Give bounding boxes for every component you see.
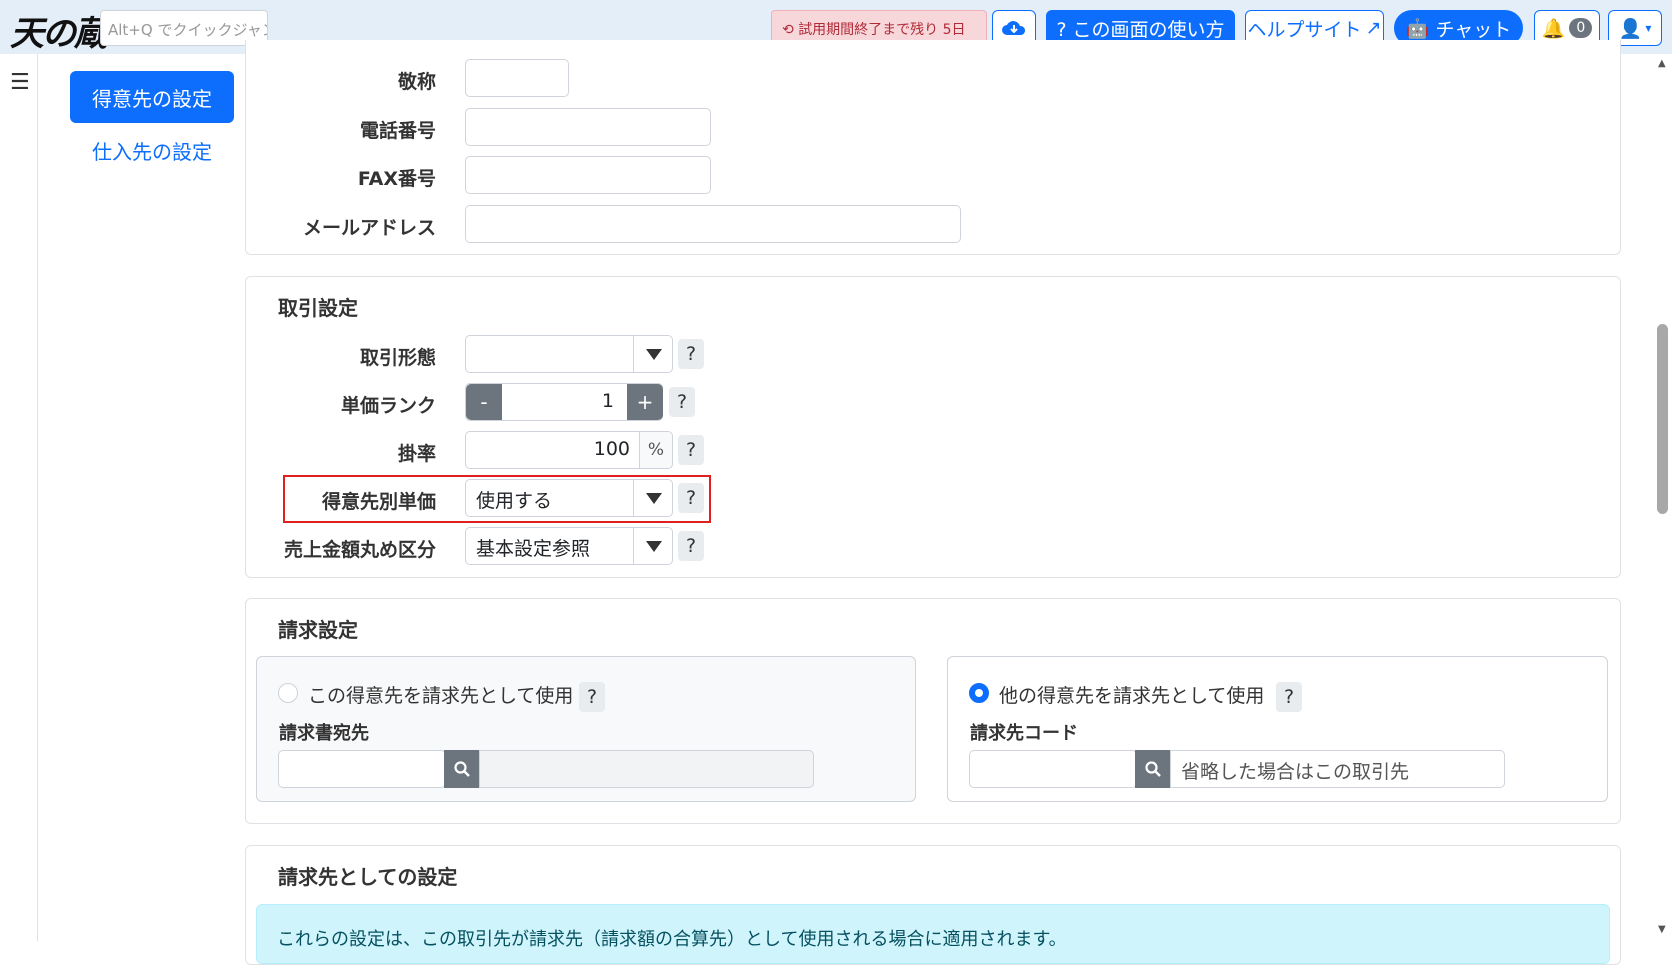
trade-type-label: 取引形態 bbox=[359, 347, 436, 369]
contact-card: 敬称 電話番号 FAX番号 メールアドレス bbox=[245, 40, 1621, 255]
decrement-button[interactable]: - bbox=[466, 384, 502, 420]
help-question-icon[interactable]: ? bbox=[678, 531, 704, 561]
chevron-down-icon: ▾ bbox=[1645, 21, 1652, 35]
invoice-to-code-input[interactable] bbox=[278, 750, 446, 788]
rate-label: 掛率 bbox=[397, 443, 436, 465]
search-icon bbox=[1145, 761, 1161, 777]
search-button[interactable] bbox=[444, 750, 480, 788]
billing-settings-card: 請求設定 この得意先を請求先として使用 ? 請求書宛先 他の得意先を請求先として… bbox=[245, 598, 1621, 824]
chevron-down-icon[interactable] bbox=[633, 527, 673, 565]
search-button[interactable] bbox=[1135, 750, 1171, 788]
radio-self-billing[interactable] bbox=[278, 683, 298, 703]
billing-as-title: 請求先としての設定 bbox=[278, 865, 458, 889]
hamburger-menu-icon[interactable]: ☰ bbox=[10, 70, 30, 95]
billing-as-notice: これらの設定は、この取引先が請求先（請求額の合算先）として使用される場合に適用さ… bbox=[256, 904, 1610, 964]
nav-customer-settings[interactable]: 得意先の設定 bbox=[70, 71, 234, 123]
user-icon: 👤 bbox=[1618, 17, 1643, 40]
increment-button[interactable]: + bbox=[627, 384, 663, 420]
cloud-download-icon bbox=[1002, 21, 1026, 35]
help-question-icon[interactable]: ? bbox=[678, 483, 704, 513]
help-question-icon[interactable]: ? bbox=[678, 339, 704, 369]
trade-settings-card: 取引設定 取引形態 ? 単価ランク 1 - + ? 掛率 100 % ? 得意先… bbox=[245, 276, 1621, 578]
notification-count: 0 bbox=[1569, 18, 1593, 38]
scroll-up-arrow-icon[interactable]: ▲ bbox=[1658, 58, 1666, 69]
scrollbar[interactable]: ▲ ▼ bbox=[1654, 54, 1672, 941]
chevron-down-icon[interactable] bbox=[633, 479, 673, 517]
price-rank-value: 1 bbox=[601, 390, 614, 412]
honorific-input[interactable] bbox=[465, 59, 569, 97]
other-billing-label: 他の得意先を請求先として使用 bbox=[999, 685, 1265, 707]
phone-input[interactable] bbox=[465, 108, 711, 146]
fax-input[interactable] bbox=[465, 156, 711, 194]
billing-self-panel: この得意先を請求先として使用 ? 請求書宛先 bbox=[256, 656, 916, 802]
scrollbar-thumb[interactable] bbox=[1657, 324, 1668, 514]
customer-price-label: 得意先別単価 bbox=[321, 491, 436, 513]
help-site-label: ヘルプサイト bbox=[1247, 18, 1362, 41]
bell-icon: 🔔 bbox=[1541, 17, 1566, 40]
refresh-icon: ⟲ bbox=[782, 22, 794, 38]
price-rank-label: 単価ランク bbox=[340, 395, 436, 417]
invoice-to-label: 請求書宛先 bbox=[279, 723, 369, 744]
scroll-down-arrow-icon[interactable]: ▼ bbox=[1658, 924, 1666, 935]
billing-code-input[interactable] bbox=[969, 750, 1137, 788]
help-question-icon[interactable]: ? bbox=[669, 387, 695, 417]
trial-label: 試用期間終了まで残り 5日 bbox=[798, 22, 966, 38]
nav-supplier-settings[interactable]: 仕入先の設定 bbox=[70, 133, 234, 167]
rate-unit: % bbox=[639, 432, 672, 468]
help-question-icon[interactable]: ? bbox=[678, 435, 704, 465]
billing-settings-title: 請求設定 bbox=[278, 618, 358, 642]
robot-icon: 🤖 bbox=[1405, 17, 1430, 40]
chevron-down-icon[interactable] bbox=[633, 335, 673, 373]
email-label: メールアドレス bbox=[302, 217, 436, 239]
billing-code-label: 請求先コード bbox=[970, 723, 1078, 744]
honorific-label: 敬称 bbox=[397, 71, 436, 93]
search-icon bbox=[454, 761, 470, 777]
billing-code-hint: 省略した場合はこの取引先 bbox=[1181, 761, 1410, 783]
help-question-icon[interactable]: ? bbox=[579, 682, 605, 712]
rate-value: 100 bbox=[593, 438, 630, 460]
chat-label: チャット bbox=[1435, 18, 1512, 41]
rounding-value: 基本設定参照 bbox=[476, 538, 591, 560]
billing-as-settings-card: 請求先としての設定 これらの設定は、この取引先が請求先（請求額の合算先）として使… bbox=[245, 845, 1621, 965]
billing-name-input[interactable]: 省略した場合はこの取引先 bbox=[1170, 750, 1505, 788]
phone-label: 電話番号 bbox=[359, 120, 436, 142]
radio-other-billing[interactable] bbox=[969, 683, 989, 703]
external-link-icon: ↗ bbox=[1365, 17, 1382, 39]
fax-label: FAX番号 bbox=[357, 168, 436, 190]
self-billing-label: この得意先を請求先として使用 bbox=[308, 685, 574, 707]
customer-price-value: 使用する bbox=[476, 490, 553, 512]
quick-jump-input[interactable]: Alt+Q でクイックジャンプ bbox=[100, 10, 268, 46]
billing-other-panel: 他の得意先を請求先として使用 ? 請求先コード 省略した場合はこの取引先 bbox=[947, 656, 1608, 802]
trade-settings-title: 取引設定 bbox=[278, 296, 358, 320]
rounding-label: 売上金額丸め区分 bbox=[283, 539, 436, 561]
app-logo[interactable]: 天の蔵 bbox=[10, 6, 108, 55]
help-question-icon[interactable]: ? bbox=[1276, 682, 1302, 712]
invoice-to-name-input[interactable] bbox=[479, 750, 814, 788]
email-input[interactable] bbox=[465, 205, 961, 243]
billing-as-notice-text: これらの設定は、この取引先が請求先（請求額の合算先）として使用される場合に適用さ… bbox=[277, 929, 1067, 950]
left-rail: ☰ bbox=[0, 54, 38, 941]
